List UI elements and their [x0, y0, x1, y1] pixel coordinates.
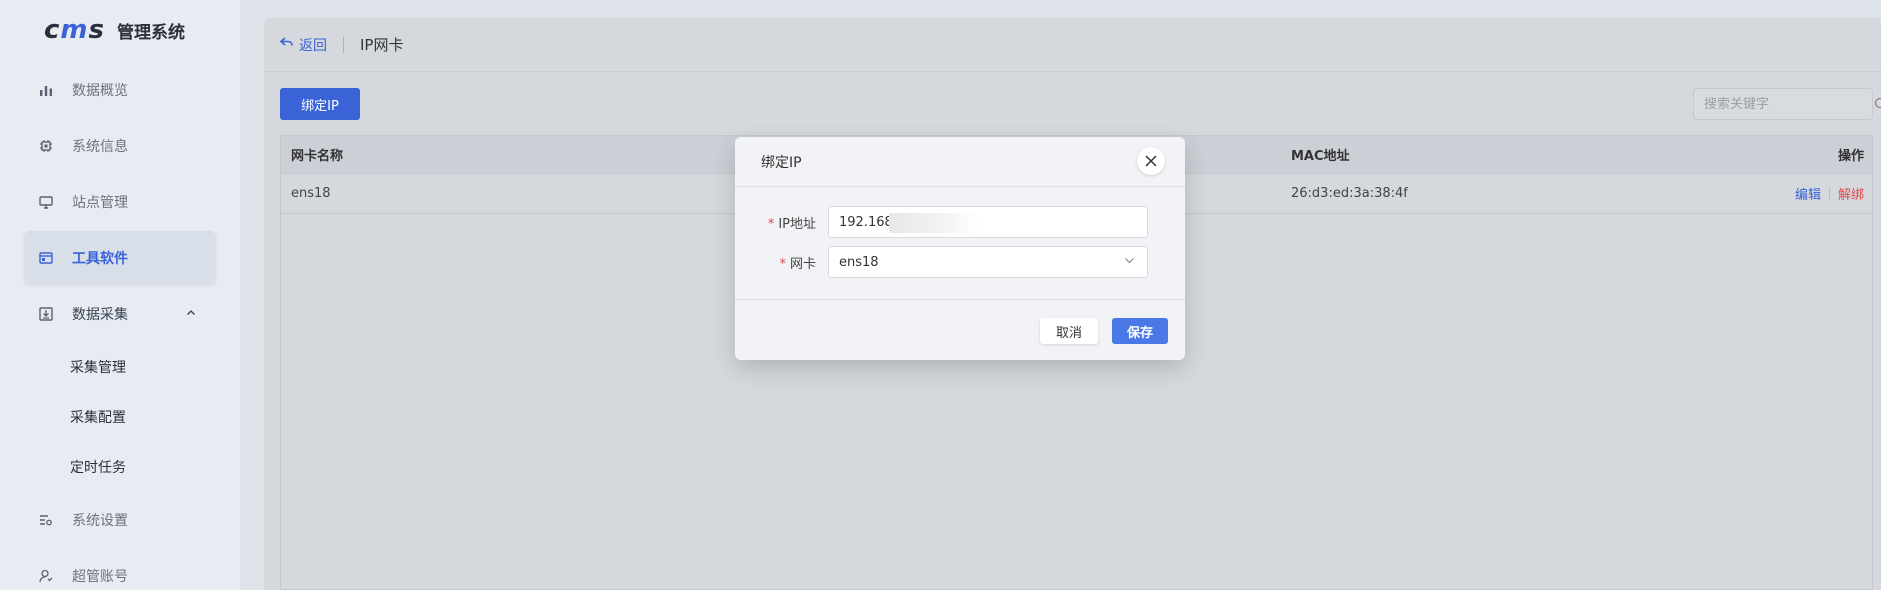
- nic-select-value: ens18: [839, 254, 879, 270]
- nic-field-label: * 网卡: [779, 256, 816, 272]
- bind-ip-dialog: 绑定IP *IP地址 *网卡 ens18 取消 保存: [735, 137, 1185, 360]
- required-marker: *: [779, 256, 786, 272]
- ip-input[interactable]: [839, 214, 1137, 230]
- ip-form-row: * IP地址: [735, 206, 1185, 238]
- ip-field-label: * IP地址: [767, 216, 816, 232]
- close-icon[interactable]: [1137, 147, 1165, 175]
- required-marker: *: [767, 216, 775, 232]
- nic-form-row: * 网卡 ens18: [735, 246, 1185, 278]
- chevron-down-icon: [1124, 255, 1135, 269]
- cancel-button[interactable]: 取消: [1040, 318, 1098, 344]
- dialog-title: 绑定IP: [761, 154, 802, 171]
- dialog-header: 绑定IP: [735, 137, 1185, 187]
- ip-field-wrapper: [828, 206, 1148, 238]
- redacted-mask: [889, 213, 979, 233]
- save-button[interactable]: 保存: [1112, 318, 1168, 344]
- nic-select[interactable]: ens18: [828, 246, 1148, 278]
- dialog-footer-divider: [735, 299, 1185, 300]
